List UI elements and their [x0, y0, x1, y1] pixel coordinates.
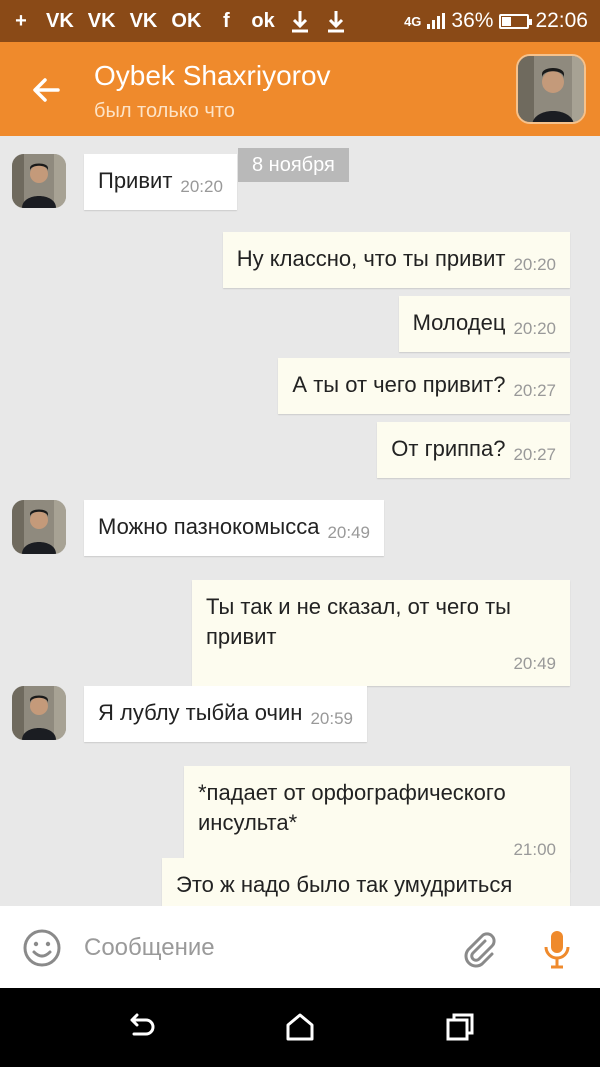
message-text: Ну классно, что ты привит	[236, 246, 506, 271]
message-time: 20:20	[513, 319, 556, 338]
message-time: 20:20	[180, 177, 223, 196]
message-bubble-outgoing[interactable]: Ну классно, что ты привит 20:20	[222, 232, 570, 288]
message-list[interactable]: 8 ноября Привит 20:20 Ну классно, что ты …	[0, 136, 600, 906]
message-bubble-incoming[interactable]: Привит 20:20	[84, 154, 237, 210]
contact-avatar[interactable]	[516, 54, 586, 124]
message-bubble-incoming[interactable]: Можно пазнокомысса 20:49	[84, 500, 384, 556]
add-notification-icon: +	[15, 9, 27, 32]
attach-button[interactable]	[458, 928, 498, 968]
person-photo-icon	[12, 500, 66, 554]
message-text: Молодец	[412, 310, 506, 335]
notification-icons: + VK VK VK OK f ok	[10, 8, 347, 34]
message-time: 20:27	[513, 381, 556, 400]
message-text: Это ж надо было так умудриться	[176, 872, 513, 897]
odnoklassniki-icon: ok	[251, 9, 275, 32]
message-time: 20:49	[513, 654, 556, 673]
message-text: Ты так и не сказал, от чего ты привит	[206, 594, 511, 649]
recents-icon	[446, 1013, 474, 1041]
status-bar: + VK VK VK OK f ok 4G 36% 22:06	[0, 0, 600, 42]
message-text: Я лублу тыбйа очин	[98, 700, 303, 725]
vk-icon: VK	[87, 9, 116, 32]
message-text: От гриппа?	[391, 436, 506, 461]
message-text: *падает от орфографического инсульта*	[198, 780, 506, 835]
person-photo-icon	[12, 686, 66, 740]
odnoklassniki-icon: OK	[171, 9, 202, 32]
battery-fill	[502, 16, 512, 26]
date-divider: 8 ноября	[238, 148, 349, 182]
nav-back-button[interactable]	[124, 1010, 158, 1044]
message-bubble-incoming[interactable]: Я лублу тыбйа очин 20:59	[84, 686, 367, 742]
sender-avatar[interactable]	[12, 500, 66, 554]
message-time: 20:59	[310, 709, 353, 728]
contact-name[interactable]: Oybek Shaxriyorov	[94, 60, 331, 92]
facebook-icon: f	[223, 9, 230, 32]
message-time: 21:00	[513, 840, 556, 859]
system-status: 4G 36% 22:06	[404, 9, 588, 33]
signal-icon	[427, 13, 446, 29]
smile-icon	[23, 929, 61, 967]
network-type: 4G	[404, 13, 422, 29]
message-text: Можно пазнокомысса	[98, 514, 320, 539]
message-bubble-outgoing[interactable]: Молодец 20:20	[398, 296, 570, 352]
microphone-icon	[544, 931, 570, 969]
back-button[interactable]	[26, 70, 66, 110]
vk-icon: VK	[46, 9, 74, 32]
message-text: А ты от чего привит?	[292, 372, 506, 397]
system-nav-bar	[0, 988, 600, 1067]
clock: 22:06	[535, 9, 588, 32]
message-text: Привит	[98, 168, 173, 193]
battery-icon	[499, 13, 533, 29]
message-composer	[0, 906, 600, 988]
nav-recents-button[interactable]	[443, 1010, 477, 1044]
home-icon	[286, 1013, 314, 1041]
nav-home-button[interactable]	[283, 1010, 317, 1044]
sender-avatar[interactable]	[12, 686, 66, 740]
chat-header: Oybek Shaxriyorov был только что	[0, 42, 600, 136]
message-bubble-outgoing[interactable]: От гриппа? 20:27	[377, 422, 570, 478]
download-icon	[289, 8, 311, 34]
back-nav-icon	[130, 1013, 155, 1036]
person-photo-icon	[518, 56, 584, 122]
message-bubble-outgoing[interactable]: А ты от чего привит? 20:27	[278, 358, 570, 414]
message-time: 20:20	[513, 255, 556, 274]
arrow-left-icon	[33, 78, 60, 102]
contact-last-seen: был только что	[94, 100, 235, 122]
voice-message-button[interactable]	[540, 928, 574, 970]
sender-avatar[interactable]	[12, 154, 66, 208]
message-time: 20:49	[327, 523, 370, 542]
message-time: 20:27	[513, 445, 556, 464]
emoji-button[interactable]	[22, 928, 62, 968]
person-photo-icon	[12, 154, 66, 208]
message-input[interactable]	[84, 924, 424, 972]
message-bubble-outgoing[interactable]: *падает от орфографического инсульта* 21…	[184, 766, 570, 872]
download-icon	[325, 8, 347, 34]
message-bubble-outgoing[interactable]: Ты так и не сказал, от чего ты привит 20…	[192, 580, 570, 686]
paperclip-icon	[464, 932, 496, 968]
battery-percent: 36%	[451, 9, 494, 32]
message-bubble-outgoing[interactable]: Это ж надо было так умудриться	[162, 858, 570, 906]
vk-icon: VK	[129, 9, 158, 32]
